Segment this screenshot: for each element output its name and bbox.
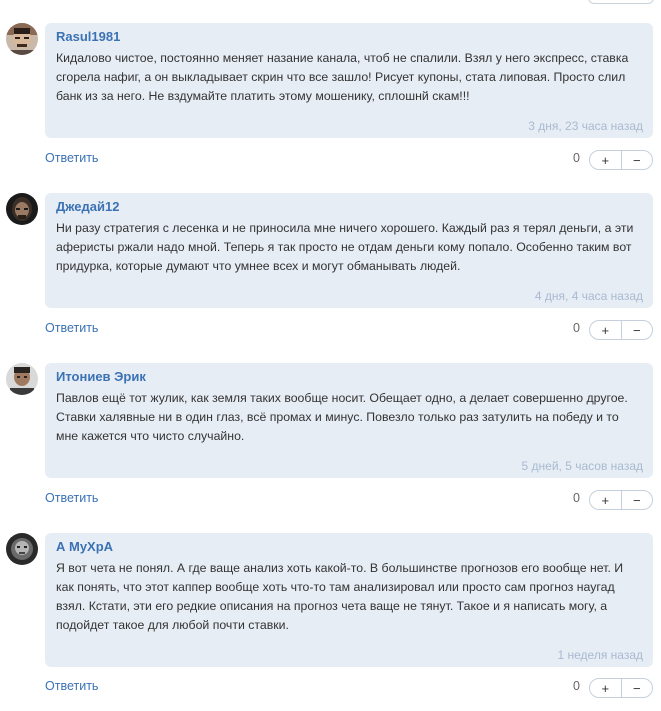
upvote-button[interactable]: + <box>590 679 622 697</box>
comment-timestamp: 3 дня, 23 часа назад <box>528 119 643 133</box>
vote-controls: 0 + − <box>533 318 653 340</box>
comment-footer: Ответить 0 + − <box>45 676 653 698</box>
vote-score: 0 <box>573 679 580 693</box>
vote-button-group: + − <box>589 150 653 170</box>
avatar[interactable] <box>6 23 38 55</box>
user-avatar-icon <box>6 533 38 565</box>
reply-link[interactable]: Ответить <box>45 320 98 336</box>
previous-vote-group <box>588 0 654 4</box>
comment-author[interactable]: Джедай12 <box>56 198 643 216</box>
comment-timestamp: 1 неделя назад <box>557 648 644 662</box>
comment-timestamp: 5 дней, 5 часов назад <box>521 459 643 473</box>
comment-text: Ни разу стратегия с лесенка и не приноси… <box>56 221 634 273</box>
vote-score: 0 <box>573 151 580 165</box>
vote-score: 0 <box>573 321 580 335</box>
comment-author[interactable]: Итониев Эрик <box>56 368 643 386</box>
vote-score: 0 <box>573 491 580 505</box>
reply-link[interactable]: Ответить <box>45 490 98 506</box>
vote-button-group: + − <box>589 678 653 698</box>
downvote-button[interactable]: − <box>622 321 653 339</box>
avatar[interactable] <box>6 363 38 395</box>
reply-link[interactable]: Ответить <box>45 150 98 166</box>
vote-controls: 0 + − <box>533 148 653 170</box>
user-avatar-icon <box>6 23 38 55</box>
comment-text: Павлов ещё тот жулик, как земля таких во… <box>56 391 628 443</box>
upvote-button[interactable]: + <box>590 321 622 339</box>
comment-text: Я вот чета не понял. А где ваще анализ х… <box>56 561 624 632</box>
avatar[interactable] <box>6 533 38 565</box>
downvote-button[interactable]: − <box>622 151 653 169</box>
comment-timestamp: 4 дня, 4 часа назад <box>534 289 643 303</box>
comment-footer: Ответить 0 + − <box>45 318 653 340</box>
comment-bubble: Rasul1981 Кидалово чистое, постоянно мен… <box>45 23 653 138</box>
reply-link[interactable]: Ответить <box>45 678 98 694</box>
upvote-button[interactable]: + <box>590 491 622 509</box>
comment-bubble: А МуХрА Я вот чета не понял. А где ваще … <box>45 533 653 667</box>
comment-footer: Ответить 0 + − <box>45 148 653 170</box>
user-avatar-icon <box>6 193 38 225</box>
comment-bubble: Итониев Эрик Павлов ещё тот жулик, как з… <box>45 363 653 478</box>
downvote-button[interactable]: − <box>622 491 653 509</box>
comment-bubble: Джедай12 Ни разу стратегия с лесенка и н… <box>45 193 653 308</box>
vote-button-group: + − <box>589 490 653 510</box>
comment-footer: Ответить 0 + − <box>45 488 653 510</box>
downvote-button[interactable]: − <box>622 679 653 697</box>
comment-author[interactable]: Rasul1981 <box>56 28 643 46</box>
avatar[interactable] <box>6 193 38 225</box>
vote-controls: 0 + − <box>533 676 653 698</box>
comment-author[interactable]: А МуХрА <box>56 538 643 556</box>
vote-button-group: + − <box>589 320 653 340</box>
user-avatar-icon <box>6 363 38 395</box>
upvote-button[interactable]: + <box>590 151 622 169</box>
comment-text: Кидалово чистое, постоянно меняет назани… <box>56 51 629 103</box>
vote-controls: 0 + − <box>533 488 653 510</box>
